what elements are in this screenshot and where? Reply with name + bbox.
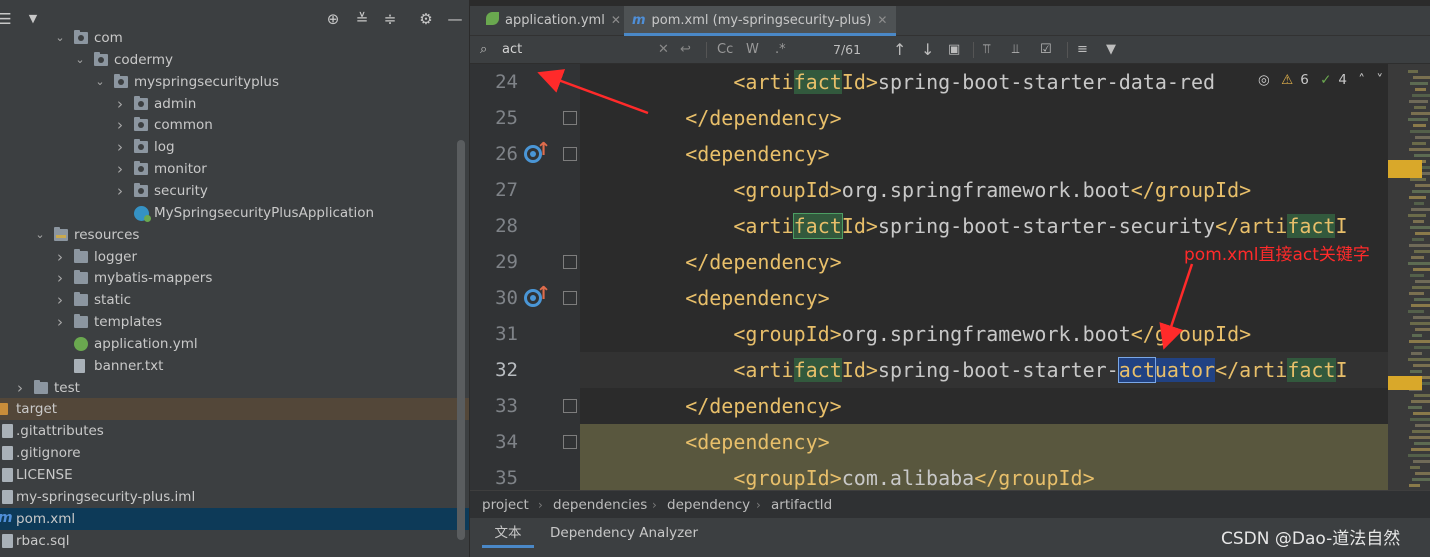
- breadcrumb-item[interactable]: artifactId: [771, 491, 832, 519]
- annotation-arrow-top: [537, 69, 649, 115]
- breadcrumb-item[interactable]: dependencies: [553, 491, 647, 519]
- breadcrumb-separator-icon: ›: [538, 498, 543, 512]
- annotation-arrows: [537, 69, 1194, 350]
- tab-dependency-analyzer[interactable]: Dependency Analyzer: [550, 518, 698, 548]
- breadcrumb-item[interactable]: project: [482, 491, 529, 519]
- breadcrumb-separator-icon: ›: [756, 498, 761, 512]
- annotation-arrow-bottom: [1159, 263, 1194, 350]
- tab-text[interactable]: 文本: [482, 518, 534, 548]
- breadcrumb-item[interactable]: dependency: [667, 491, 750, 519]
- watermark: CSDN @Dao-道法自然: [1221, 529, 1401, 549]
- breadcrumb: project › dependencies › dependency › ar…: [470, 490, 1430, 518]
- annotation-label: pom.xml直接act关键字: [1184, 245, 1370, 265]
- breadcrumb-separator-icon: ›: [652, 498, 657, 512]
